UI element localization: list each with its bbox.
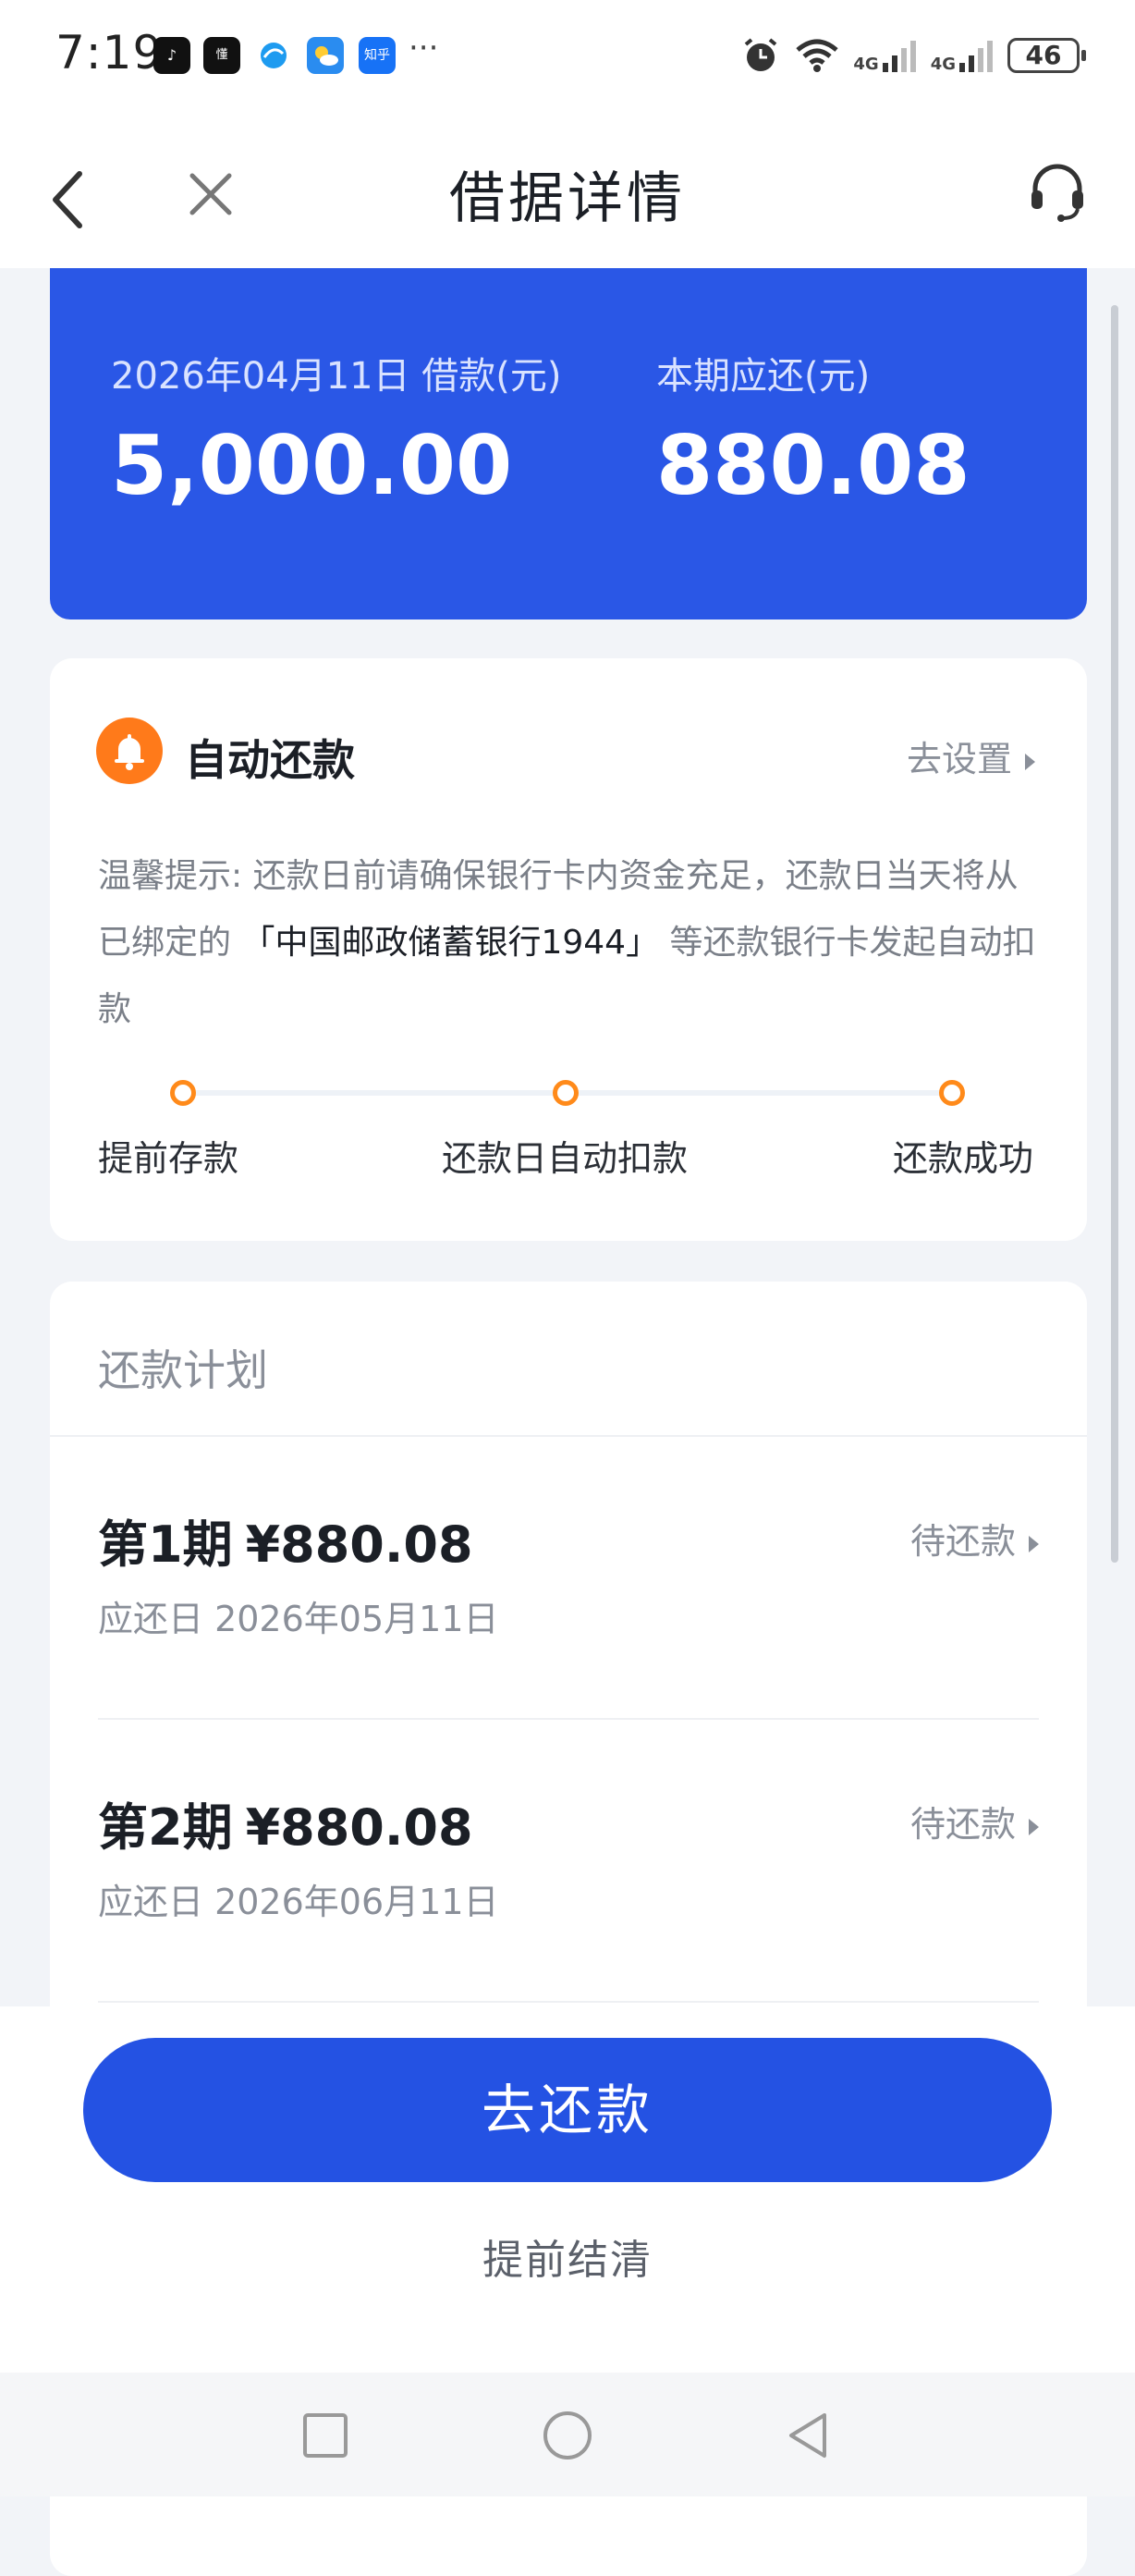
due-date: 应还日 2026年05月11日 bbox=[98, 1599, 499, 1639]
triangle-back-icon bbox=[789, 2413, 826, 2458]
step-label-deposit: 提前存款 bbox=[98, 1138, 239, 1179]
plan-period: 第1期 ¥880.08 bbox=[98, 1503, 473, 1576]
square-icon bbox=[303, 2413, 348, 2458]
battery-indicator: 46 bbox=[1007, 38, 1086, 73]
home-button[interactable] bbox=[542, 2410, 593, 2461]
plan-title: 还款计划 bbox=[98, 1345, 268, 1395]
nav-bar: 借据详情 bbox=[0, 111, 1135, 268]
period-label: 第1期 bbox=[98, 1515, 233, 1574]
early-settle-link[interactable]: 提前结清 bbox=[0, 2226, 1135, 2286]
douyin-app-icon: ♪ bbox=[153, 37, 190, 74]
scrollbar[interactable] bbox=[1111, 305, 1118, 1563]
step-dot-3 bbox=[939, 1080, 965, 1106]
status-time: 7:19 bbox=[55, 26, 164, 80]
headset-icon bbox=[1031, 164, 1083, 222]
bottom-action-bar: 去还款 提前结清 bbox=[0, 2006, 1135, 2373]
back-nav-button[interactable] bbox=[782, 2410, 834, 2461]
current-due-amount: 880.08 bbox=[656, 418, 970, 513]
plan-period: 第2期 ¥880.08 bbox=[98, 1786, 473, 1859]
more-notifications-icon: ··· bbox=[409, 30, 439, 67]
triangle-right-icon bbox=[1025, 753, 1035, 770]
autopay-title: 自动还款 bbox=[185, 735, 355, 785]
status-bar: 7:19 ♪ 懂 知乎 ··· 4G 4G 46 bbox=[0, 0, 1135, 111]
due-date: 应还日 2026年06月11日 bbox=[98, 1882, 499, 1922]
loan-amount: 5,000.00 bbox=[111, 418, 513, 513]
customer-service-button[interactable] bbox=[1024, 159, 1091, 226]
period-amount: ¥880.08 bbox=[245, 1798, 473, 1857]
plan-row-2[interactable]: 第2期 ¥880.08 应还日 2026年06月11日 待还款 bbox=[98, 1720, 1039, 2003]
step-label-success: 还款成功 bbox=[893, 1138, 1034, 1179]
autopay-card: 自动还款 去设置 温馨提示: 还款日前请确保银行卡内资金充足，还款日当天将从已绑… bbox=[50, 658, 1087, 1241]
triangle-right-icon bbox=[1029, 1818, 1039, 1835]
repay-button[interactable]: 去还款 bbox=[83, 2038, 1052, 2182]
bell-icon bbox=[96, 718, 163, 784]
wifi-icon bbox=[796, 39, 839, 72]
triangle-right-icon bbox=[1029, 1535, 1039, 1552]
step-label-auto-debit: 还款日自动扣款 bbox=[442, 1138, 689, 1179]
status-label: 待还款 bbox=[909, 1804, 1016, 1845]
autopay-settings-label: 去设置 bbox=[906, 739, 1012, 779]
bound-bank-card: 「中国邮政储蓄银行1944」 bbox=[241, 924, 660, 962]
signal-2-icon: 4G bbox=[931, 37, 995, 74]
zhihu-app-icon: 知乎 bbox=[359, 37, 396, 74]
period-label: 第2期 bbox=[98, 1798, 233, 1857]
status-label: 待还款 bbox=[909, 1521, 1016, 1562]
signal-1-icon: 4G bbox=[853, 37, 917, 74]
status-link[interactable]: 待还款 bbox=[910, 1796, 1039, 1846]
autopay-settings-link[interactable]: 去设置 bbox=[907, 730, 1035, 781]
dongchedi-app-icon: 懂 bbox=[203, 37, 240, 74]
alarm-icon bbox=[745, 38, 777, 71]
step-dot-1 bbox=[170, 1080, 196, 1106]
current-due-label: 本期应还(元) bbox=[656, 355, 871, 398]
step-dot-2 bbox=[553, 1080, 579, 1106]
period-amount: ¥880.08 bbox=[245, 1515, 473, 1574]
status-link[interactable]: 待还款 bbox=[910, 1513, 1039, 1564]
recents-button[interactable] bbox=[299, 2410, 351, 2461]
system-nav-bar bbox=[0, 2373, 1135, 2496]
loan-summary-card: 2026年04月11日 借款(元) 5,000.00 本期应还(元) 880.0… bbox=[50, 268, 1087, 619]
circle-icon bbox=[543, 2411, 592, 2459]
loan-date-label: 2026年04月11日 借款(元) bbox=[111, 355, 562, 398]
row-divider bbox=[98, 2001, 1039, 2003]
weather-app-icon bbox=[307, 37, 344, 74]
page-title: 借据详情 bbox=[449, 166, 686, 231]
plan-row-1[interactable]: 第1期 ¥880.08 应还日 2026年05月11日 待还款 bbox=[98, 1437, 1039, 1720]
browser-app-icon bbox=[255, 37, 292, 74]
autopay-tip: 温馨提示: 还款日前请确保银行卡内资金充足，还款日当天将从已绑定的 「中国邮政储… bbox=[98, 843, 1041, 1043]
status-indicators: 4G 4G 46 bbox=[740, 28, 1086, 83]
